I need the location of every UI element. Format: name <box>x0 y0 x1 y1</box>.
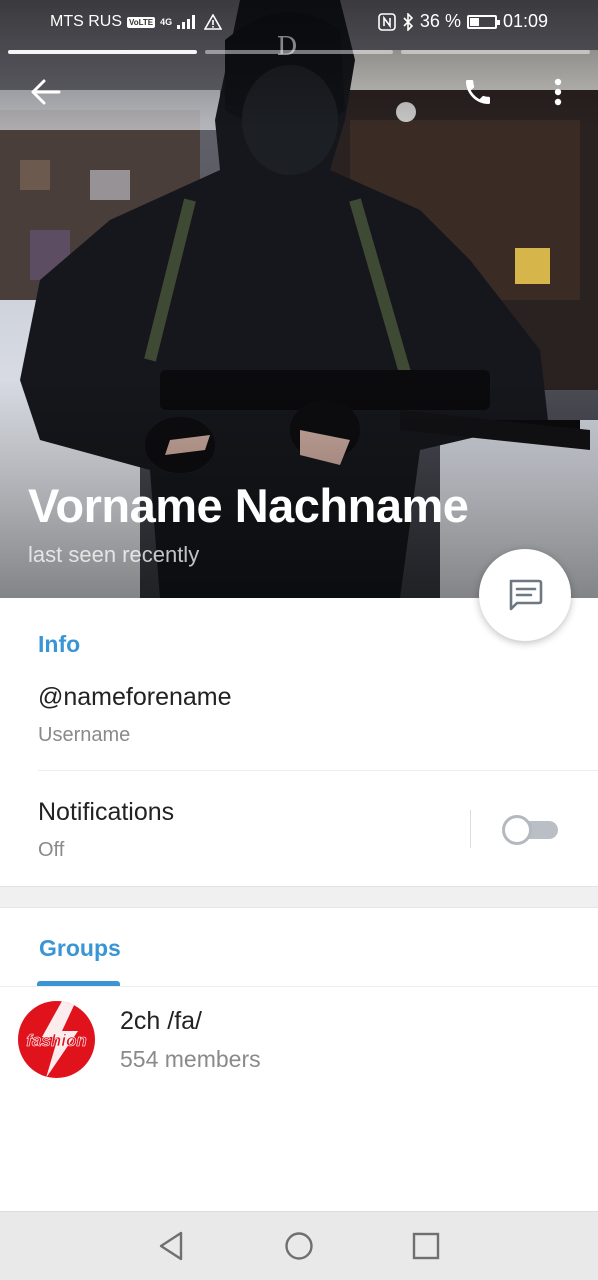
info-divider <box>38 770 598 771</box>
send-message-button[interactable] <box>479 549 571 641</box>
volte-badge: VoLTE <box>127 16 156 28</box>
profile-screen: D MTS RUS VoLTE 4G <box>0 0 598 1280</box>
warning-icon <box>204 14 223 30</box>
nav-home-button[interactable] <box>279 1226 319 1266</box>
notifications-label: Notifications <box>38 798 175 826</box>
status-bar-left: MTS RUS VoLTE 4G <box>50 13 223 31</box>
nfc-icon <box>378 12 396 31</box>
bluetooth-icon <box>403 12 414 31</box>
network-type: 4G <box>160 17 173 27</box>
group-avatar-text: fashion <box>26 1031 86 1050</box>
message-icon <box>509 579 543 611</box>
nav-home-icon <box>285 1232 313 1260</box>
battery-icon <box>466 14 500 29</box>
nav-recents-icon <box>412 1232 440 1260</box>
story-progress-segment <box>401 50 591 54</box>
status-bar-right: 36 % 01:09 <box>378 11 548 32</box>
status-bar: MTS RUS VoLTE 4G 36 % 01:09 <box>0 0 598 44</box>
arrow-left-icon <box>31 79 61 105</box>
story-progress <box>8 50 591 54</box>
section-separator <box>0 886 598 908</box>
call-button[interactable] <box>454 68 502 116</box>
notifications-value: Off <box>38 839 65 861</box>
signal-icon <box>177 15 196 29</box>
notifications-toggle[interactable] <box>502 815 558 845</box>
clock: 01:09 <box>502 11 548 31</box>
battery-percent: 36 % <box>419 11 461 31</box>
more-vertical-icon <box>554 78 562 106</box>
phone-icon <box>466 80 490 104</box>
nav-back-button[interactable] <box>151 1226 191 1266</box>
username-value: @nameforename <box>38 683 232 711</box>
profile-name: Vorname Nachname <box>28 479 469 532</box>
group-name: 2ch /fa/ <box>120 1007 202 1035</box>
notifications-separator <box>470 810 471 848</box>
tab-groups[interactable]: Groups <box>39 935 121 962</box>
group-avatar: fashion <box>18 1001 95 1078</box>
more-button[interactable] <box>534 68 582 116</box>
nav-recents-button[interactable] <box>406 1226 446 1266</box>
back-button[interactable] <box>22 68 70 116</box>
info-section-title: Info <box>38 631 81 657</box>
group-member-count: 554 members <box>120 1046 261 1072</box>
story-progress-segment <box>8 50 197 54</box>
toggle-knob <box>502 815 532 845</box>
tabs-divider <box>0 986 598 987</box>
story-progress-segment <box>204 50 394 54</box>
nav-back-icon <box>159 1231 183 1261</box>
username-label: Username <box>38 724 131 746</box>
carrier-label: MTS RUS <box>50 13 122 30</box>
profile-last-seen: last seen recently <box>28 542 200 567</box>
system-navigation-bar <box>0 1211 598 1280</box>
